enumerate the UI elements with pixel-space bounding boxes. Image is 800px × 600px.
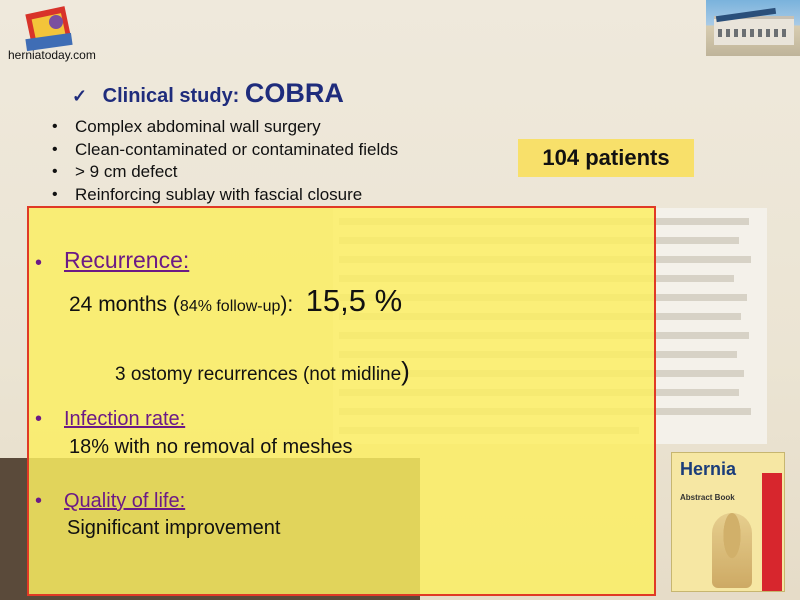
recurrence-followup: 84% follow-up (179, 298, 281, 315)
study-name: COBRA (244, 78, 344, 108)
recurrence-result: 24 months (84% follow-up): 15,5 % (69, 283, 402, 319)
bullet-dot: • (35, 490, 43, 512)
site-name[interactable]: herniatoday.com (8, 48, 96, 62)
herniatoday-logo (25, 6, 73, 52)
list-item: Complex abdominal wall surgery (52, 116, 398, 139)
ostomy-recurrences: 3 ostomy recurrences (not midline) (115, 356, 410, 387)
bullet-dot: • (35, 252, 43, 274)
journal-spine-stripe (762, 473, 782, 591)
hospital-photo (706, 0, 800, 56)
results-overlay: • Recurrence: 24 months (84% follow-up):… (27, 206, 656, 596)
recurrence-rate: 15,5 % (305, 283, 403, 318)
hernia-journal-cover: Hernia Abstract Book (671, 452, 785, 592)
quality-heading: Quality of life: (64, 490, 186, 512)
recurrence-close: ): (280, 293, 294, 316)
ostomy-text: 3 ostomy recurrences (not midline (115, 364, 402, 385)
anatomy-figure (712, 513, 752, 588)
quality-detail: Significant improvement (67, 517, 281, 539)
list-item: Clean-contaminated or contaminated field… (52, 139, 398, 162)
list-item: > 9 cm defect (52, 161, 398, 184)
recurrence-heading: Recurrence: (64, 247, 190, 273)
bullet-dot: • (35, 408, 43, 430)
ostomy-close: ) (401, 356, 410, 386)
journal-subtitle: Abstract Book (680, 493, 735, 502)
heading-prefix: Clinical study: (102, 85, 245, 107)
infection-heading: Infection rate: (64, 408, 186, 430)
study-criteria-list: Complex abdominal wall surgery Clean-con… (52, 116, 398, 206)
list-item: Reinforcing sublay with fascial closure (52, 184, 398, 207)
slide-heading: ✓ Clinical study: COBRA (72, 78, 344, 109)
recurrence-period: 24 months ( (69, 293, 180, 316)
patients-badge: 104 patients (518, 139, 694, 177)
infection-detail: 18% with no removal of meshes (69, 436, 353, 458)
journal-title: Hernia (680, 459, 737, 479)
check-icon: ✓ (72, 86, 88, 106)
